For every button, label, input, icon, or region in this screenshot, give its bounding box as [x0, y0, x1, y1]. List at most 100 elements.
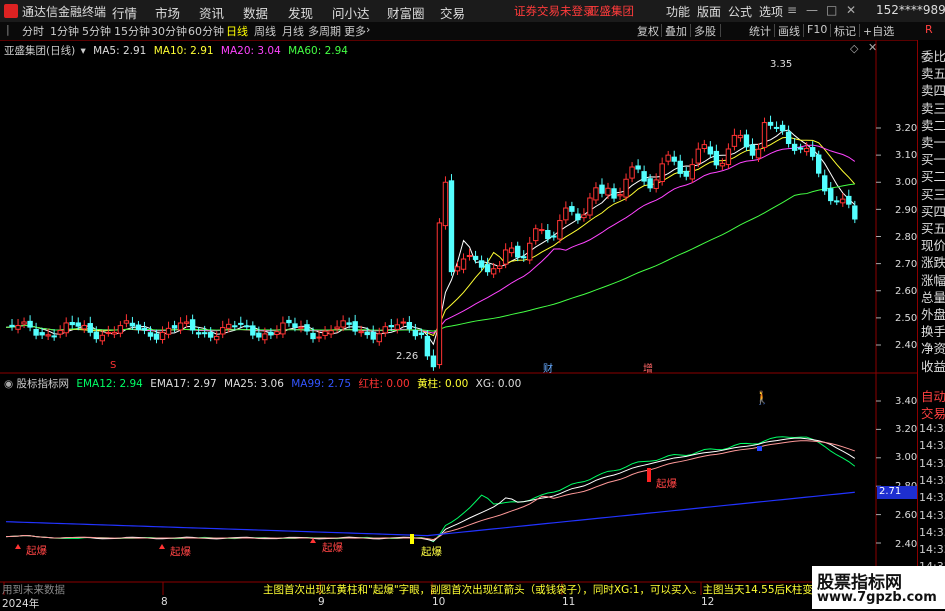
right-panel-item: 总量	[921, 289, 945, 305]
marker-finance[interactable]: 财	[543, 360, 553, 375]
date-label: 11	[562, 596, 576, 608]
menu-formula[interactable]: 公式	[728, 3, 752, 20]
ma99-line	[5, 491, 855, 537]
candle-body	[647, 178, 653, 189]
candle-body	[731, 134, 738, 147]
candle-body	[623, 178, 629, 198]
menu-data[interactable]: 数据	[243, 3, 268, 22]
period-daily[interactable]: 日线	[226, 23, 248, 39]
minimize-icon[interactable]: —	[806, 3, 818, 17]
period-15min[interactable]: 15分钟	[114, 23, 150, 39]
ma-line	[5, 144, 856, 334]
period-more[interactable]: 更多	[344, 23, 366, 39]
menu-function[interactable]: 功能	[666, 3, 690, 20]
candle-body	[689, 164, 695, 180]
candle-body	[478, 260, 485, 268]
notice-stock[interactable]: 亚盛集团	[588, 3, 634, 19]
candle-body	[653, 179, 659, 189]
candle-body	[171, 325, 178, 329]
candle-body	[545, 229, 551, 240]
title-bar: 通达信金融终端 行情 市场 资讯 数据 发现 问小达 财富圈 交易 证券交易未登…	[0, 0, 945, 23]
menu-news[interactable]: 资讯	[199, 3, 224, 22]
candle-body	[418, 332, 425, 336]
menu-layout[interactable]: 版面	[697, 3, 721, 20]
marker-increase[interactable]: 增	[643, 360, 653, 375]
price-label: 2.80	[895, 232, 918, 243]
period-weekly[interactable]: 周线	[254, 23, 276, 39]
tool-f10[interactable]: F10	[807, 23, 827, 36]
right-panel-item: 卖一	[921, 135, 945, 150]
period-60min[interactable]: 60分钟	[188, 23, 224, 39]
candle-body	[677, 160, 683, 174]
toolbar-prev-icon[interactable]: |	[6, 23, 10, 36]
candle-body	[797, 147, 804, 150]
candle-body	[502, 249, 509, 265]
signal-arrow	[159, 544, 165, 549]
signal-qibao: 起爆	[170, 546, 191, 558]
candle-body	[424, 335, 431, 357]
candle-body	[232, 325, 238, 328]
tool-restore-rights[interactable]: 复权	[637, 23, 659, 39]
candle-body	[111, 331, 118, 335]
right-panel-item: 买一	[921, 152, 945, 168]
price-label: 3.00	[895, 177, 918, 188]
chevron-right-icon[interactable]: ›	[366, 23, 370, 36]
period-tick[interactable]: 分时	[22, 23, 44, 39]
candle-body	[334, 326, 340, 330]
period-1min[interactable]: 1分钟	[50, 23, 79, 39]
candle-body	[551, 235, 557, 238]
login-notice[interactable]: 证券交易未登录	[514, 3, 595, 19]
tool-stats[interactable]: 统计	[749, 23, 771, 39]
period-monthly[interactable]: 月线	[282, 23, 304, 39]
tool-overlay[interactable]: 叠加	[665, 23, 687, 39]
tool-add-watchlist[interactable]: +自选	[863, 23, 894, 39]
candle-body	[310, 332, 316, 340]
tool-draw[interactable]: 画线	[778, 23, 800, 39]
period-5min[interactable]: 5分钟	[82, 23, 111, 39]
candle-body	[238, 322, 244, 325]
right-panel-item: 14:33	[919, 422, 945, 435]
tool-mark[interactable]: 标记	[834, 23, 856, 39]
right-panel-item: 卖四	[921, 83, 945, 99]
candle-body	[635, 165, 641, 170]
menu-market[interactable]: 市场	[155, 3, 180, 22]
candle-body	[436, 222, 443, 366]
marker-s[interactable]: S	[110, 360, 116, 371]
candle-body	[599, 184, 605, 194]
user-account[interactable]: 152****9892	[876, 3, 945, 17]
period-30min[interactable]: 30分钟	[151, 23, 187, 39]
sub-indicator-lines	[5, 436, 856, 543]
sub-price-label: 2.60	[895, 510, 918, 521]
candle-body	[250, 325, 256, 336]
sub-indicator-name[interactable]: 股标指标网	[17, 378, 70, 390]
right-panel-item: 收益	[921, 358, 945, 374]
date-label: 9	[318, 596, 325, 608]
menu-trade[interactable]: 交易	[440, 3, 465, 22]
right-panel-item: 14:33	[919, 491, 945, 505]
candle-body	[822, 175, 828, 192]
right-panel-item[interactable]: 交易	[921, 403, 945, 422]
person-signal-icon: 🚶	[754, 391, 771, 406]
candle-body	[292, 323, 298, 328]
candle-body	[563, 207, 569, 221]
candle-body	[593, 187, 599, 201]
tool-r[interactable]: R	[925, 23, 933, 36]
candle-body	[207, 332, 214, 338]
menu-wealth[interactable]: 财富圈	[387, 3, 425, 22]
menu-ask[interactable]: 问小达	[332, 3, 370, 22]
sub-settings-icon[interactable]: ◉	[4, 378, 13, 390]
candle-body	[298, 326, 304, 329]
maximize-icon[interactable]: □	[826, 3, 837, 17]
candle-body	[364, 331, 370, 336]
menu-options[interactable]: 选项	[759, 3, 783, 20]
menu-discover[interactable]: 发现	[288, 3, 313, 22]
window-menu-icon[interactable]: ≡	[787, 3, 797, 17]
menu-quotes[interactable]: 行情	[112, 3, 137, 22]
candle-body	[557, 220, 563, 240]
period-multi[interactable]: 多周期	[308, 23, 341, 39]
close-icon[interactable]: ✕	[846, 3, 856, 17]
candle-body	[484, 264, 491, 273]
candle-body	[400, 321, 407, 324]
tool-multi-stock[interactable]: 多股	[694, 23, 716, 39]
kline-chart[interactable]	[0, 40, 917, 595]
